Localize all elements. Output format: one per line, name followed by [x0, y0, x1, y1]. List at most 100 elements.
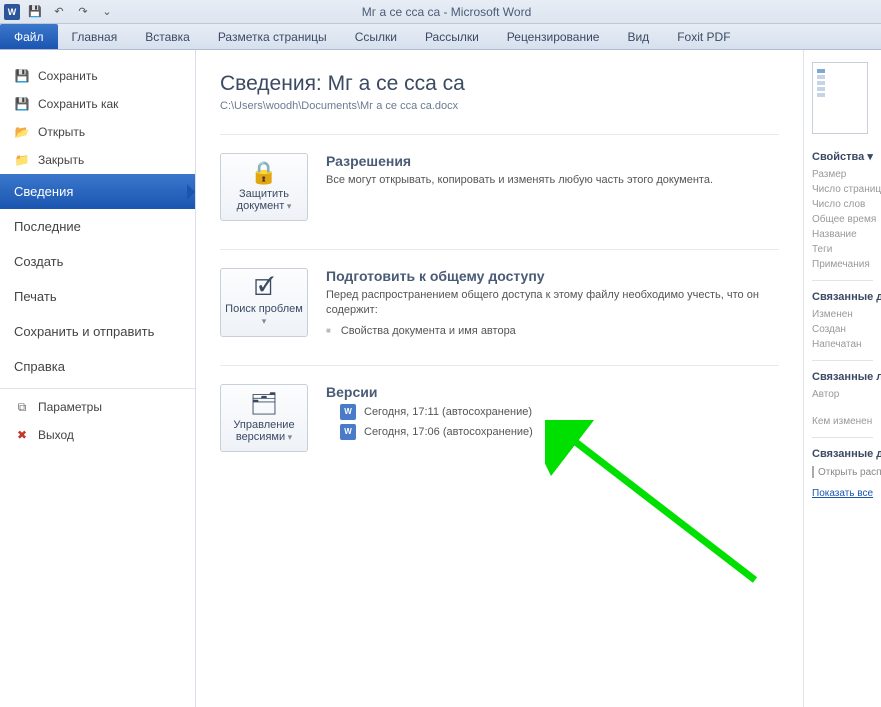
sidebar-options[interactable]: ⧉ Параметры	[0, 393, 195, 421]
qat-save[interactable]: 💾	[26, 3, 44, 21]
button-label: Управление версиями	[225, 419, 303, 443]
sidebar-info[interactable]: Сведения	[0, 174, 195, 209]
sidebar-exit[interactable]: ✖ Выход	[0, 421, 195, 449]
sidebar-item-label: Выход	[38, 428, 74, 442]
tab-home[interactable]: Главная	[58, 24, 132, 49]
section-body: Версии WСегодня, 17:11 (автосохранение) …	[326, 384, 779, 452]
exit-icon: ✖	[14, 427, 30, 443]
check-issues-button[interactable]: 🗹 Поиск проблем	[220, 268, 308, 337]
close-icon: 📁	[14, 152, 30, 168]
section-body: Разрешения Все могут открывать, копирова…	[326, 153, 779, 221]
sidebar-item-label: Справка	[14, 359, 65, 374]
version-label: Сегодня, 17:11 (автосохранение)	[364, 406, 532, 418]
tab-mailings[interactable]: Рассылки	[411, 24, 493, 49]
sidebar-item-label: Параметры	[38, 400, 102, 414]
related-docs-heading: Связанные документы	[812, 448, 873, 460]
sidebar-item-label: Сведения	[14, 184, 73, 199]
document-path: C:\Users\woodh\Documents\Мг а се сса са.…	[220, 100, 779, 112]
info-heading: Сведения: Мг а се сса са	[220, 72, 779, 96]
permissions-section: 🔒 Защитить документ Разрешения Все могут…	[220, 134, 779, 221]
word-app-icon: W	[4, 4, 20, 20]
divider	[812, 437, 873, 438]
related-people-heading: Связанные люди	[812, 371, 873, 383]
show-all-properties-link[interactable]: Показать все	[812, 488, 873, 499]
info-pane: Сведения: Мг а се сса са C:\Users\woodh\…	[196, 50, 803, 707]
manage-versions-button[interactable]: 🗂 Управление версиями	[220, 384, 308, 452]
prop-last-modified-by: Кем изменен	[812, 416, 873, 427]
prop-created: Создан	[812, 324, 873, 335]
section-body: Подготовить к общему доступу Перед распр…	[326, 268, 779, 337]
ribbon-tabs: Файл Главная Вставка Разметка страницы С…	[0, 24, 881, 50]
sidebar-open[interactable]: 📂 Открыть	[0, 118, 195, 146]
divider	[812, 360, 873, 361]
sidebar-item-label: Сохранить как	[38, 97, 118, 111]
version-item[interactable]: W Сегодня, 17:11 (автосохранение)	[340, 404, 779, 420]
prop-modified: Изменен	[812, 309, 873, 320]
versions-icon: 🗂	[250, 393, 278, 415]
qat-customize[interactable]: ⌄	[98, 3, 116, 21]
tab-review[interactable]: Рецензирование	[493, 24, 614, 49]
prop-size: Размер	[812, 169, 873, 180]
properties-heading[interactable]: Свойства ▾	[812, 150, 873, 163]
related-dates-heading: Связанные даты	[812, 291, 873, 303]
prop-comments: Примечания	[812, 259, 873, 270]
prop-edit-time: Общее время	[812, 214, 873, 225]
word-doc-icon: W	[340, 404, 356, 420]
sidebar-save[interactable]: 💾 Сохранить	[0, 62, 195, 90]
word-doc-icon: W	[340, 424, 356, 440]
sidebar-divider	[0, 388, 195, 389]
tab-file[interactable]: Файл	[0, 24, 58, 49]
document-thumbnail[interactable]	[812, 62, 868, 134]
prop-printed: Напечатан	[812, 339, 873, 350]
versions-title: Версии	[326, 384, 779, 400]
inspect-icon: 🗹	[254, 277, 274, 299]
prop-title: Название	[812, 229, 873, 240]
versions-section: 🗂 Управление версиями Версии W Сегодня, 1…	[220, 365, 779, 452]
open-icon: 📂	[14, 124, 30, 140]
prepare-title: Подготовить к общему доступу	[326, 268, 779, 284]
sidebar-print[interactable]: Печать	[0, 279, 195, 314]
sidebar-save-as[interactable]: 💾 Сохранить как	[0, 90, 195, 118]
save-as-icon: 💾	[14, 96, 30, 112]
sidebar-item-label: Закрыть	[38, 153, 84, 167]
sidebar-close[interactable]: 📁 Закрыть	[0, 146, 195, 174]
tab-foxit-pdf[interactable]: Foxit PDF	[663, 24, 744, 49]
button-label: Защитить документ	[225, 188, 303, 212]
version-label: Сегодня, 17:06 (автосохранение)	[364, 426, 533, 438]
sidebar-recent[interactable]: Последние	[0, 209, 195, 244]
qat-redo[interactable]: ↷	[74, 3, 92, 21]
prepare-text: Перед распространением общего доступа к …	[326, 288, 779, 319]
qat-undo[interactable]: ↶	[50, 3, 68, 21]
prop-author: Автор	[812, 389, 873, 400]
save-icon: 💾	[14, 68, 30, 84]
protect-document-button[interactable]: 🔒 Защитить документ	[220, 153, 308, 221]
permissions-text: Все могут открывать, копировать и изменя…	[326, 173, 779, 188]
lock-icon: 🔒	[250, 162, 277, 184]
window-title: Мг а се сса са - Microsoft Word	[116, 5, 877, 19]
sidebar-new[interactable]: Создать	[0, 244, 195, 279]
prop-tags: Теги	[812, 244, 873, 255]
backstage-sidebar: 💾 Сохранить 💾 Сохранить как 📂 Открыть 📁 Закр…	[0, 50, 196, 707]
divider	[812, 280, 873, 281]
sidebar-item-label: Последние	[14, 219, 81, 234]
sidebar-item-label: Печать	[14, 289, 57, 304]
sidebar-save-send[interactable]: Сохранить и отправить	[0, 314, 195, 349]
prepare-section: 🗹 Поиск проблем Подготовить к общему дос…	[220, 249, 779, 337]
tab-page-layout[interactable]: Разметка страницы	[204, 24, 341, 49]
tab-view[interactable]: Вид	[613, 24, 663, 49]
open-location-link[interactable]: Открыть расположение	[812, 466, 873, 478]
options-icon: ⧉	[14, 399, 30, 415]
tab-references[interactable]: Ссылки	[341, 24, 411, 49]
sidebar-item-label: Сохранить	[38, 69, 98, 83]
backstage-view: 💾 Сохранить 💾 Сохранить как 📂 Открыть 📁 Закр…	[0, 50, 881, 707]
properties-panel: Свойства ▾ Размер Число страниц Число сл…	[803, 50, 881, 707]
prepare-bullet: Свойства документа и имя автора	[326, 325, 779, 337]
sidebar-item-label: Открыть	[38, 125, 85, 139]
title-bar: W 💾 ↶ ↷ ⌄ Мг а се сса са - Microsoft Wor…	[0, 0, 881, 24]
prop-pages: Число страниц	[812, 184, 873, 195]
prop-words: Число слов	[812, 199, 873, 210]
version-item[interactable]: W Сегодня, 17:06 (автосохранение)	[340, 424, 779, 440]
tab-insert[interactable]: Вставка	[131, 24, 204, 49]
sidebar-help[interactable]: Справка	[0, 349, 195, 384]
permissions-title: Разрешения	[326, 153, 779, 169]
